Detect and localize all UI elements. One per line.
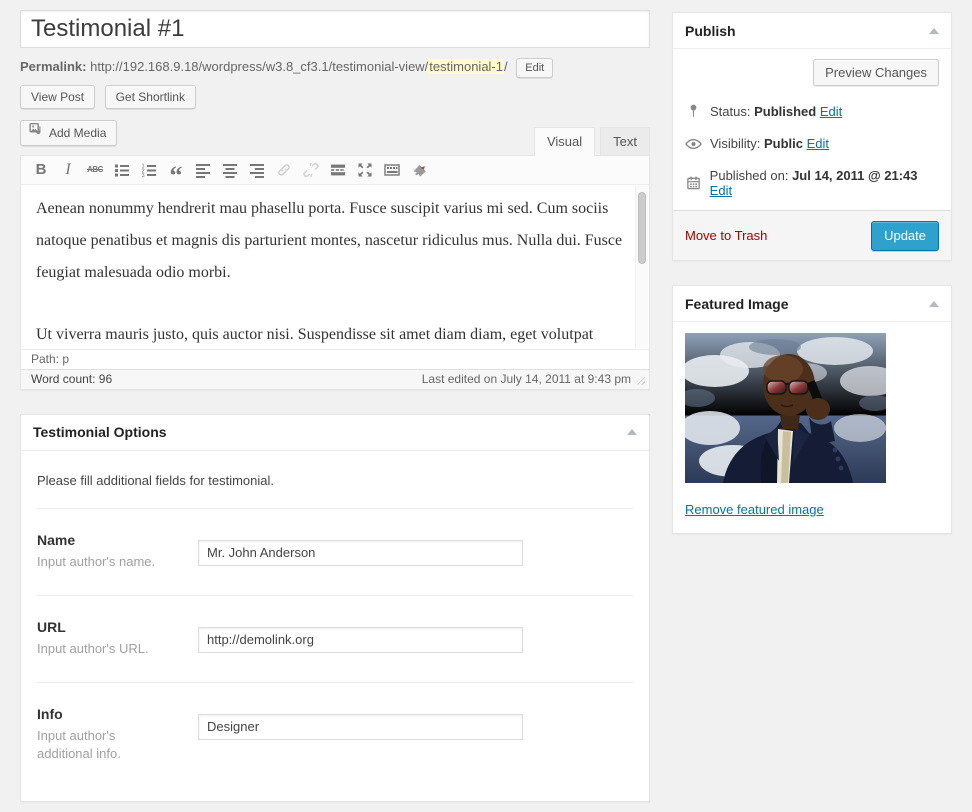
name-field-input[interactable] <box>198 540 523 566</box>
editor-frame: B I ABC 123 “ <box>20 155 650 390</box>
post-actions: View Post Get Shortlink <box>20 85 650 109</box>
content-editor: Add Media Visual Text B I ABC 123 “ <box>20 120 650 390</box>
permalink-url-prefix: http://192.168.9.18/wordpress/w3.8_cf3.1… <box>90 59 428 74</box>
move-to-trash-link[interactable]: Move to Trash <box>685 228 767 243</box>
info-field-hint: Input author's additional info. <box>37 727 157 763</box>
add-media-button[interactable]: Add Media <box>20 120 117 146</box>
status-value: Published <box>754 104 816 119</box>
published-on-row: Published on: Jul 14, 2011 @ 21:43 Edit <box>685 168 939 198</box>
featured-image-thumbnail[interactable] <box>685 333 886 483</box>
align-left-icon[interactable] <box>191 158 215 182</box>
permalink: Permalink: http://192.168.9.18/wordpress… <box>20 56 650 78</box>
editor-mode-tabs: Visual Text <box>529 127 650 155</box>
featured-image-title: Featured Image <box>685 296 788 312</box>
url-field-hint: Input author's URL. <box>37 640 157 658</box>
view-post-button[interactable]: View Post <box>20 85 95 109</box>
tab-text[interactable]: Text <box>600 127 650 155</box>
last-edited: Last edited on July 14, 2011 at 9:43 pm <box>422 372 631 386</box>
status-row: Status: Published Edit <box>685 103 939 119</box>
strikethrough-icon[interactable]: ABC <box>83 158 107 182</box>
bold-icon[interactable]: B <box>29 158 53 182</box>
align-right-icon[interactable] <box>245 158 269 182</box>
visibility-row: Visibility: Public Edit <box>685 136 939 151</box>
blockquote-icon[interactable]: “ <box>164 158 188 182</box>
post-edit-column: Permalink: http://192.168.9.18/wordpress… <box>20 10 650 802</box>
sidebar: Publish Preview Changes Status: Publishe… <box>672 12 952 534</box>
editor-status-bar: Word count: 96 Last edited on July 14, 2… <box>21 369 649 389</box>
svg-text:3: 3 <box>142 173 145 178</box>
published-on-edit-link[interactable]: Edit <box>710 183 732 198</box>
plugin-icon[interactable] <box>407 158 431 182</box>
editor-paragraph: Aenean nonummy hendrerit mau phasellu po… <box>36 193 623 289</box>
permalink-suffix: / <box>504 59 508 74</box>
italic-icon[interactable]: I <box>56 158 80 182</box>
add-media-label: Add Media <box>49 121 106 145</box>
collapse-toggle-icon[interactable] <box>929 28 939 34</box>
numbered-list-icon[interactable]: 123 <box>137 158 161 182</box>
info-field-label: Info <box>37 706 198 722</box>
status-label: Status: <box>710 104 750 119</box>
url-field-input[interactable] <box>198 627 523 653</box>
calendar-icon <box>685 175 702 191</box>
permalink-edit-button[interactable]: Edit <box>516 58 553 78</box>
field-row-url: URL Input author's URL. <box>37 596 633 683</box>
media-icon <box>29 121 44 145</box>
editor-path-bar: Path: p <box>21 349 649 369</box>
scrollbar-thumb[interactable] <box>638 192 646 264</box>
update-button[interactable]: Update <box>871 221 939 251</box>
url-field-label: URL <box>37 619 198 635</box>
editor-toolbar: B I ABC 123 “ <box>21 156 649 185</box>
testimonial-options-box: Testimonial Options Please fill addition… <box>20 414 650 802</box>
info-field-input[interactable] <box>198 714 523 740</box>
unlink-icon[interactable] <box>299 158 323 182</box>
fullscreen-icon[interactable] <box>353 158 377 182</box>
post-title-input[interactable] <box>20 10 650 48</box>
get-shortlink-button[interactable]: Get Shortlink <box>105 85 196 109</box>
more-tag-icon[interactable] <box>326 158 350 182</box>
publish-box: Publish Preview Changes Status: Publishe… <box>672 12 952 261</box>
field-row-name: Name Input author's name. <box>37 509 633 596</box>
testimonial-options-title: Testimonial Options <box>33 424 167 440</box>
visibility-label: Visibility: <box>710 136 760 151</box>
publish-header[interactable]: Publish <box>673 13 951 49</box>
word-count: Word count: 96 <box>31 372 112 386</box>
field-row-info: Info Input author's additional info. <box>37 683 633 787</box>
visibility-value: Public <box>764 136 803 151</box>
visibility-edit-link[interactable]: Edit <box>807 136 829 151</box>
align-center-icon[interactable] <box>218 158 242 182</box>
testimonial-options-header[interactable]: Testimonial Options <box>21 415 649 451</box>
permalink-label: Permalink: <box>20 59 86 74</box>
name-field-hint: Input author's name. <box>37 553 157 571</box>
testimonial-options-description: Please fill additional fields for testim… <box>37 451 633 509</box>
name-field-label: Name <box>37 532 198 548</box>
publish-title: Publish <box>685 23 736 39</box>
editor-content[interactable]: Aenean nonummy hendrerit mau phasellu po… <box>21 185 649 349</box>
eye-icon <box>685 137 702 151</box>
collapse-toggle-icon[interactable] <box>929 301 939 307</box>
tab-visual[interactable]: Visual <box>534 127 595 156</box>
preview-changes-button[interactable]: Preview Changes <box>813 59 939 86</box>
publishing-actions: Move to Trash Update <box>673 210 951 260</box>
kitchen-sink-icon[interactable] <box>380 158 404 182</box>
permalink-slug[interactable]: testimonial-1 <box>428 59 504 74</box>
status-edit-link[interactable]: Edit <box>820 104 842 119</box>
published-on-label: Published on: <box>710 168 789 183</box>
bullet-list-icon[interactable] <box>110 158 134 182</box>
resize-grip-icon[interactable] <box>634 374 645 385</box>
pin-icon <box>685 103 702 119</box>
collapse-toggle-icon[interactable] <box>627 429 637 435</box>
editor-paragraph: Ut viverra mauris justo, quis auctor nis… <box>36 319 623 349</box>
featured-image-box: Featured Image <box>672 285 952 534</box>
link-icon[interactable] <box>272 158 296 182</box>
remove-featured-image-link[interactable]: Remove featured image <box>685 502 824 517</box>
published-on-value: Jul 14, 2011 @ 21:43 <box>792 168 917 183</box>
editor-scrollbar[interactable] <box>635 186 648 348</box>
featured-image-header[interactable]: Featured Image <box>673 286 951 322</box>
